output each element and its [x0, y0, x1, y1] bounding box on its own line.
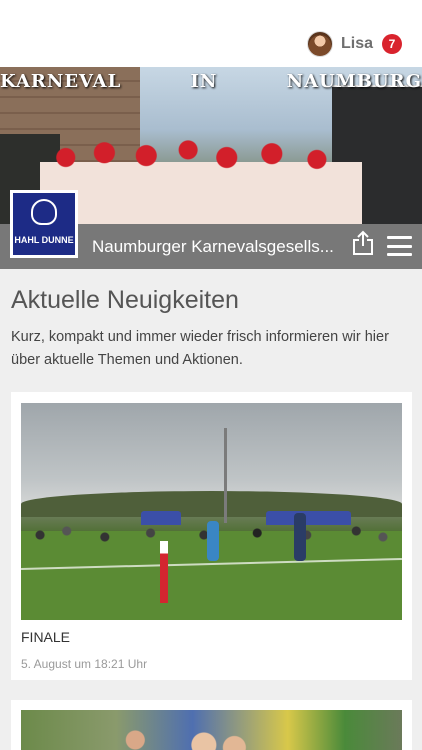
carnival-group [40, 129, 362, 224]
club-name[interactable]: Naumburger Karnevalsgesells... [92, 224, 342, 269]
user-profile[interactable]: Lisa 7 [306, 30, 402, 58]
photo-player [294, 513, 306, 561]
menu-line [387, 253, 412, 256]
menu-line [387, 244, 412, 248]
hamburger-menu-icon[interactable] [387, 236, 412, 256]
share-button[interactable] [352, 230, 374, 256]
photo-flag [160, 541, 168, 603]
news-photo[interactable] [21, 403, 402, 620]
photo-player [207, 521, 219, 561]
section-title: Aktuelle Neuigkeiten [11, 286, 239, 314]
section-description: Kurz, kompakt und immer wieder frisch in… [11, 329, 389, 368]
top-bar: Lisa 7 [0, 0, 422, 67]
news-card[interactable]: FINALE 5. August um 18:21 Uhr [11, 392, 412, 680]
share-icon [353, 230, 373, 255]
club-logo-emblem: HAHL DUNNE [13, 193, 75, 255]
notification-badge[interactable]: 7 [382, 34, 402, 54]
jester-emblem-icon [31, 199, 57, 225]
avatar[interactable] [306, 31, 333, 57]
news-photo[interactable] [21, 710, 402, 750]
user-name[interactable]: Lisa [341, 35, 373, 53]
news-card[interactable] [11, 700, 412, 750]
photo-pole [224, 428, 227, 523]
logo-text: HAHL DUNNE [14, 235, 74, 245]
club-logo[interactable]: HAHL DUNNE [10, 190, 78, 258]
news-title[interactable]: FINALE [21, 629, 70, 645]
menu-line [387, 236, 412, 239]
news-date: 5. August um 18:21 Uhr [21, 657, 148, 671]
hero-caption: KARNEVAL IN NAUMBURG [0, 71, 422, 92]
